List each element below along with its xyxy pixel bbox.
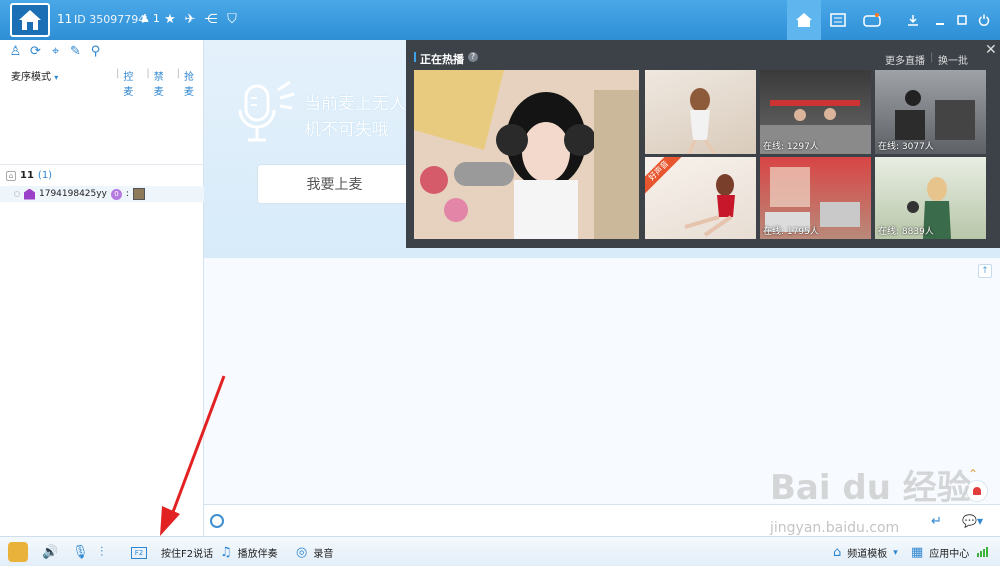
app-center-button[interactable]: ▦ 应用中心 [911, 545, 969, 560]
app-center-label: 应用中心 [929, 549, 970, 560]
plane-icon[interactable]: ✈ [182, 11, 198, 27]
channel-template-button[interactable]: ⌂ 频道模板 ▾ [833, 545, 898, 560]
watermark-logo: Bai du 经验 [770, 468, 971, 508]
chat-bubble-icon[interactable]: 💬▾ [962, 514, 983, 528]
live-thumbnail-2[interactable]: 在线: 1297人 [760, 70, 871, 154]
more-live-link[interactable]: 更多直播 [885, 52, 925, 67]
title-bar: 11 ID 35097794 ♟ 1 ★ ✈ ⋲ ⛉ [0, 0, 1000, 40]
share-icon[interactable]: ⋲ [203, 11, 219, 27]
equalizer-icon[interactable]: ⫶ [100, 545, 103, 560]
online-count-3: 在线: 3077人 [878, 142, 934, 152]
minimize-icon[interactable] [932, 12, 948, 28]
edit-icon[interactable]: ✎ [68, 44, 83, 59]
grab-mic-link[interactable]: 抢麦 [184, 68, 203, 98]
bottom-toolbar: 🔊 🎙 ⫶ F2 按住F2说话 ♫ 播放伴奏 ◎ 录音 ⌂ 频道模板 ▾ ▦ 应… [0, 536, 1000, 566]
online-count-2: 在线: 1297人 [763, 142, 819, 152]
channel-number: 11 [57, 12, 73, 26]
chevron-down-icon: ▾ [54, 73, 59, 82]
home-icon: ⌂ [833, 545, 842, 560]
chevron-down-icon: ▾ [893, 547, 898, 558]
user-suffix: : [125, 189, 129, 199]
music-note-icon: ♫ [220, 545, 232, 560]
shield-icon[interactable]: ⛉ [224, 11, 240, 27]
user-list-item[interactable]: 1794198425yy 0 : [0, 186, 204, 202]
divider [0, 164, 204, 165]
record-icon: ◎ [296, 545, 308, 560]
mode-label: 麦序模式 [11, 72, 51, 83]
channel-template-label: 频道模板 [847, 549, 888, 560]
maximize-icon[interactable] [954, 12, 970, 28]
hot-title: 正在热播 [420, 53, 464, 66]
search-icon[interactable]: ⚲ [88, 44, 103, 59]
left-toolbar: ♙ ⟳ ⌖ ✎ ⚲ [8, 44, 103, 59]
control-mic-link[interactable]: 控麦 [123, 68, 142, 98]
mic-message-line1: 当前麦上无人 [304, 94, 406, 114]
favorite-star-icon[interactable]: ★ [162, 11, 178, 27]
microphone-setting-icon[interactable]: 🎙 [72, 545, 89, 560]
live-thumbnail-3[interactable]: 在线: 3077人 [875, 70, 986, 154]
game-tab-icon[interactable] [855, 0, 889, 40]
online-count-value: 1 [152, 12, 160, 25]
status-dot-icon [14, 191, 20, 197]
online-count-6: 在线: 8839人 [878, 227, 934, 237]
speaker-icon[interactable]: 🔊 [42, 545, 58, 560]
refresh-icon[interactable]: ⟳ [28, 44, 43, 59]
push-to-talk-label: 按住F2说话 [161, 549, 214, 560]
list-tab-icon[interactable] [821, 0, 855, 40]
channel-tree-root[interactable]: ⌂ 11 (1) [6, 170, 52, 181]
root-name: 11 [20, 170, 34, 181]
avatar [132, 188, 145, 200]
signal-strength-icon [977, 547, 988, 557]
annotation-arrow [160, 375, 226, 536]
home-icon: ⌂ [6, 170, 16, 181]
live-thumbnail-1[interactable] [645, 70, 756, 154]
streamer-image [414, 70, 639, 239]
channel-id: ID 35097794 [74, 13, 146, 26]
help-icon[interactable]: ? [468, 52, 478, 62]
microphone-icon [238, 80, 295, 142]
record-label: 录音 [313, 549, 334, 560]
change-batch-link[interactable]: 换一批 [938, 52, 968, 67]
user-manage-icon[interactable]: ♙ [8, 44, 23, 59]
play-music-label: 播放伴奏 [237, 549, 278, 560]
online-count: ♟ 1 [140, 12, 160, 25]
live-thumbnail-4[interactable]: 好声音 [645, 157, 756, 239]
role-badge-icon [24, 188, 35, 200]
watermark-url: jingyan.baidu.com [770, 520, 900, 536]
online-count-5: 在线: 1795人 [763, 227, 819, 237]
grid-icon: ▦ [911, 545, 924, 560]
hot-header: 正在热播 ? 更多直播 | 换一批 ✕ [406, 40, 1000, 69]
live-thumbnail-6[interactable]: 在线: 8839人 [875, 157, 986, 239]
vip-badge: 0 [110, 188, 122, 200]
main-live-thumbnail[interactable] [414, 70, 639, 239]
power-icon[interactable] [976, 12, 992, 28]
mic-empty-message: 当前麦上无人 机不可失哦 [304, 91, 406, 143]
scroll-up-icon[interactable]: ↑ [978, 264, 992, 278]
avatar[interactable] [8, 542, 28, 562]
live-thumbnail-5[interactable]: 在线: 1795人 [760, 157, 871, 239]
home-tab-icon[interactable] [787, 0, 821, 40]
hot-live-panel: 正在热播 ? 更多直播 | 换一批 ✕ 在线: 1297人 在线: 3077人 … [406, 40, 1000, 248]
location-icon[interactable]: ⌖ [48, 44, 63, 59]
record-button[interactable]: ◎ 录音 [296, 545, 333, 560]
mic-message-line2: 机不可失哦 [304, 120, 389, 140]
mode-selector[interactable]: 麦序模式 ▾ [11, 68, 58, 83]
mic-control-links: | 控麦 | 禁麦 | 抢麦 [116, 68, 203, 98]
ban-mic-link[interactable]: 禁麦 [154, 68, 173, 98]
app-window: 11 ID 35097794 ♟ 1 ★ ✈ ⋲ ⛉ ♙ ⟳ ⌖ ✎ ⚲ 麦序模式… [0, 0, 1000, 566]
home-logo-icon[interactable] [10, 3, 50, 37]
download-icon[interactable] [905, 12, 921, 28]
play-music-button[interactable]: ♫ 播放伴奏 [220, 545, 278, 560]
user-name: 1794198425yy [39, 189, 107, 199]
send-enter-icon[interactable]: ↵ [931, 514, 942, 529]
f2-key-icon: F2 [131, 546, 147, 559]
push-to-talk-button[interactable]: F2 按住F2说话 [131, 545, 213, 560]
close-icon[interactable]: ✕ [985, 42, 997, 58]
user-icon: ♟ [140, 12, 150, 25]
root-count: (1) [37, 170, 53, 181]
join-mic-button[interactable]: 我要上麦 [257, 164, 412, 204]
